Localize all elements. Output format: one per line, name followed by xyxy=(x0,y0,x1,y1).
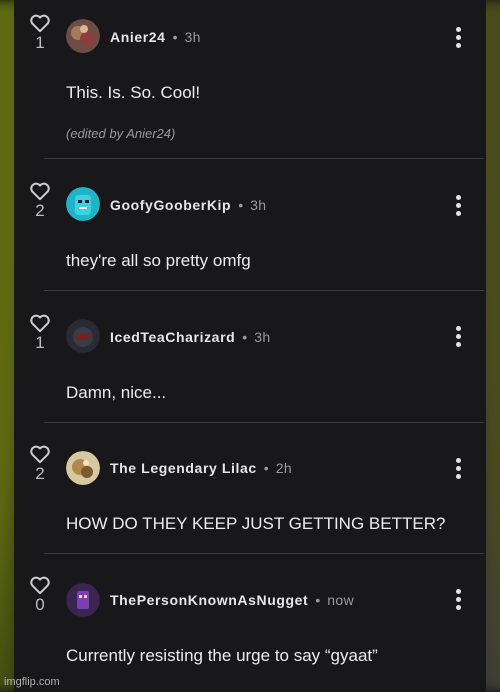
vote-count: 1 xyxy=(35,33,45,52)
heart-icon[interactable] xyxy=(29,444,51,464)
comment-meta: ThePersonKnownAsNugget • now xyxy=(110,592,354,608)
watermark: imgflip.com xyxy=(4,676,60,688)
username[interactable]: Anier24 xyxy=(110,29,166,45)
heart-icon[interactable] xyxy=(29,313,51,333)
separator-dot: • xyxy=(242,329,248,345)
edited-note: (edited by Anier24) xyxy=(66,126,176,141)
more-options-icon[interactable] xyxy=(452,589,464,613)
username[interactable]: The Legendary Lilac xyxy=(110,460,257,476)
avatar[interactable] xyxy=(66,19,100,53)
comment-text: Damn, nice... xyxy=(66,383,167,402)
separator-dot: • xyxy=(172,29,178,45)
comment-divider xyxy=(44,553,484,554)
comment-meta: Anier24 • 3h xyxy=(110,29,201,45)
comment-text: HOW DO THEY KEEP JUST GETTING BETTER? xyxy=(66,514,446,533)
vote-count: 1 xyxy=(35,333,45,352)
username[interactable]: ThePersonKnownAsNugget xyxy=(110,592,308,608)
vote-group: 2 xyxy=(28,444,52,484)
timestamp: 2h xyxy=(275,460,293,476)
avatar[interactable] xyxy=(66,583,100,617)
comment-divider xyxy=(44,158,484,159)
username[interactable]: IcedTeaCharizard xyxy=(110,329,235,345)
timestamp: now xyxy=(327,592,355,608)
comment-meta: IcedTeaCharizard • 3h xyxy=(110,329,271,345)
more-options-icon[interactable] xyxy=(452,458,464,482)
vote-count: 2 xyxy=(35,201,45,220)
more-options-icon[interactable] xyxy=(452,27,464,51)
username[interactable]: GoofyGooberKip xyxy=(110,197,231,213)
comment-divider xyxy=(44,290,484,291)
screenshot: 1 Anier24 • 3h This. Is. So. Cool! (edited… xyxy=(0,0,500,692)
vote-group: 1 xyxy=(28,13,52,53)
vote-group: 0 xyxy=(28,575,52,615)
avatar[interactable] xyxy=(66,187,100,221)
comment-divider xyxy=(44,422,484,423)
heart-icon[interactable] xyxy=(29,181,51,201)
comment-meta: The Legendary Lilac • 2h xyxy=(110,460,292,476)
heart-icon[interactable] xyxy=(29,13,51,33)
vote-count: 2 xyxy=(35,464,45,483)
comment-text: This. Is. So. Cool! xyxy=(66,83,201,102)
avatar[interactable] xyxy=(66,451,100,485)
more-options-icon[interactable] xyxy=(452,326,464,350)
vote-group: 1 xyxy=(28,313,52,353)
comment-text: they're all so pretty omfg xyxy=(66,251,251,270)
separator-dot: • xyxy=(238,197,244,213)
separator-dot: • xyxy=(315,592,321,608)
timestamp: 3h xyxy=(254,329,271,345)
comment-text: Currently resisting the urge to say “gya… xyxy=(66,646,378,665)
vote-group: 2 xyxy=(28,181,52,221)
timestamp: 3h xyxy=(184,29,201,45)
separator-dot: • xyxy=(263,460,269,476)
heart-icon[interactable] xyxy=(29,575,51,595)
comment-meta: GoofyGooberKip • 3h xyxy=(110,197,266,213)
timestamp: 3h xyxy=(250,197,267,213)
avatar[interactable] xyxy=(66,319,100,353)
vote-count: 0 xyxy=(35,595,45,614)
comments-panel: 1 Anier24 • 3h This. Is. So. Cool! (edited… xyxy=(14,0,486,692)
more-options-icon[interactable] xyxy=(452,195,464,219)
